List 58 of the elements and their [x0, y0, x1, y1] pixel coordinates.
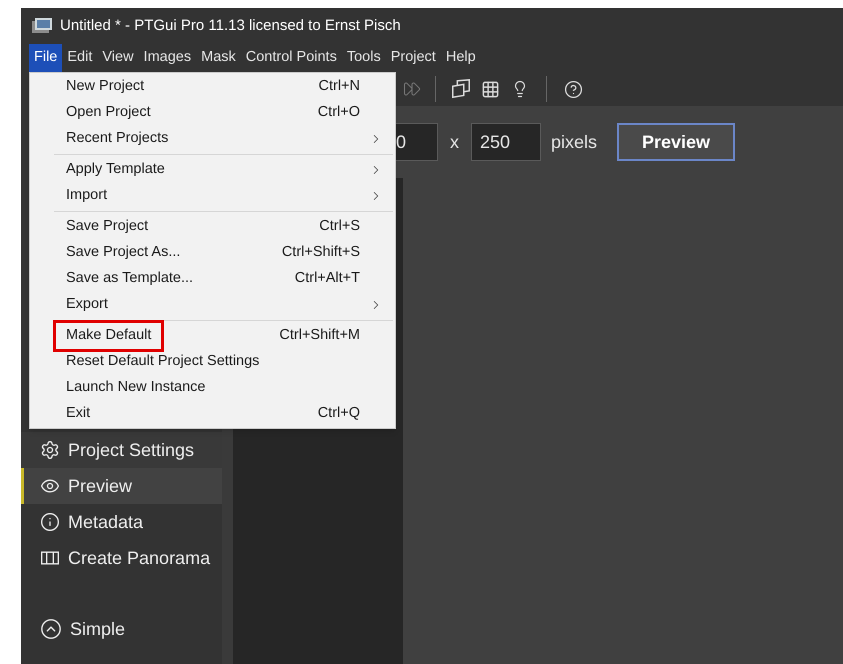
sidebar-item[interactable]: Preview [21, 468, 222, 504]
shortcut-label: Ctrl+S [319, 217, 361, 236]
shortcut-label: Ctrl+Shift+S [282, 243, 361, 262]
menu-bar-item[interactable]: Tools [342, 44, 386, 72]
menu-bar-item[interactable]: Control Points [240, 44, 342, 72]
help-icon[interactable] [564, 80, 583, 98]
menu-item-label: Reset Default Project Settings [65, 352, 260, 372]
menu-item-label: Export [65, 295, 109, 314]
grid-icon[interactable] [481, 80, 500, 98]
info-icon [40, 512, 60, 532]
menu-item-label: Recent Projects [65, 129, 170, 148]
sidebar-item[interactable]: Metadata [21, 504, 222, 540]
menu-item[interactable]: Make Default Ctrl+Shift+M [30, 323, 395, 349]
menu-item-label: Open Project [65, 103, 152, 122]
stacked-frames-icon[interactable] [450, 78, 472, 100]
menu-item-label: Exit [65, 404, 92, 424]
menu-bar-item[interactable]: Project [386, 44, 441, 72]
shortcut-label: Ctrl+Q [318, 404, 361, 424]
menu-item-label: Apply Template [65, 160, 166, 180]
menu-bar-item[interactable]: Mask [196, 44, 241, 72]
gear-icon [40, 440, 60, 460]
menu-item-label: New Project [65, 77, 146, 96]
simple-mode-button[interactable]: Simple [21, 611, 222, 647]
menu-item[interactable]: Reset Default Project Settings [30, 349, 395, 375]
preview-button[interactable]: Preview [617, 123, 736, 161]
menu-item[interactable]: Launch New Instance [30, 375, 395, 401]
menu-item-label: Save Project As... [65, 243, 182, 262]
menu-bar-item[interactable]: File [29, 44, 62, 72]
menu-item[interactable]: Save as Template... Ctrl+Alt+T [30, 266, 395, 292]
shortcut-label: Ctrl+N [318, 77, 361, 96]
menu-bar-item[interactable]: Images [138, 44, 196, 72]
menu-item-label: Save Project [65, 217, 150, 236]
sidebar-item[interactable]: Create Panorama [21, 540, 222, 576]
chevron-up-circle-icon [40, 618, 62, 640]
height-field[interactable]: 250 [471, 123, 541, 161]
menu-bar-item[interactable]: Edit [62, 44, 98, 72]
menu-item[interactable]: Export [30, 292, 395, 318]
menu-item[interactable]: Exit Ctrl+Q [30, 401, 395, 427]
menu-bar-item[interactable]: Help [440, 44, 481, 72]
menu-item[interactable]: Open Project Ctrl+O [30, 100, 395, 126]
menu-item-label: Launch New Instance [65, 378, 206, 398]
menu-item[interactable]: New Project Ctrl+N [30, 74, 395, 100]
menu-bar-item[interactable]: View [97, 44, 139, 72]
menu-item-label: Import [65, 186, 108, 206]
menu-item[interactable]: Save Project Ctrl+S [30, 214, 395, 240]
pixels-label: pixels [551, 130, 598, 154]
shortcut-label: Ctrl+Alt+T [294, 269, 361, 288]
menu-item[interactable]: Import [30, 183, 395, 209]
menu-item-label: Save as Template... [65, 269, 194, 288]
window-title: Untitled * - PTGui Pro 11.13 licensed to Ernst Pisch [60, 16, 401, 36]
menu-item[interactable]: Save Project As... Ctrl+Shift+S [30, 240, 395, 266]
sidebar-item[interactable]: Project Settings [21, 432, 222, 468]
menu-item-label: Make Default [53, 320, 164, 352]
shortcut-label: Ctrl+O [318, 103, 361, 122]
times-label: x [449, 130, 460, 154]
app-icon [32, 18, 52, 34]
shortcut-label: Ctrl+Shift+M [279, 326, 361, 346]
fast-forward-icon[interactable] [403, 80, 421, 98]
